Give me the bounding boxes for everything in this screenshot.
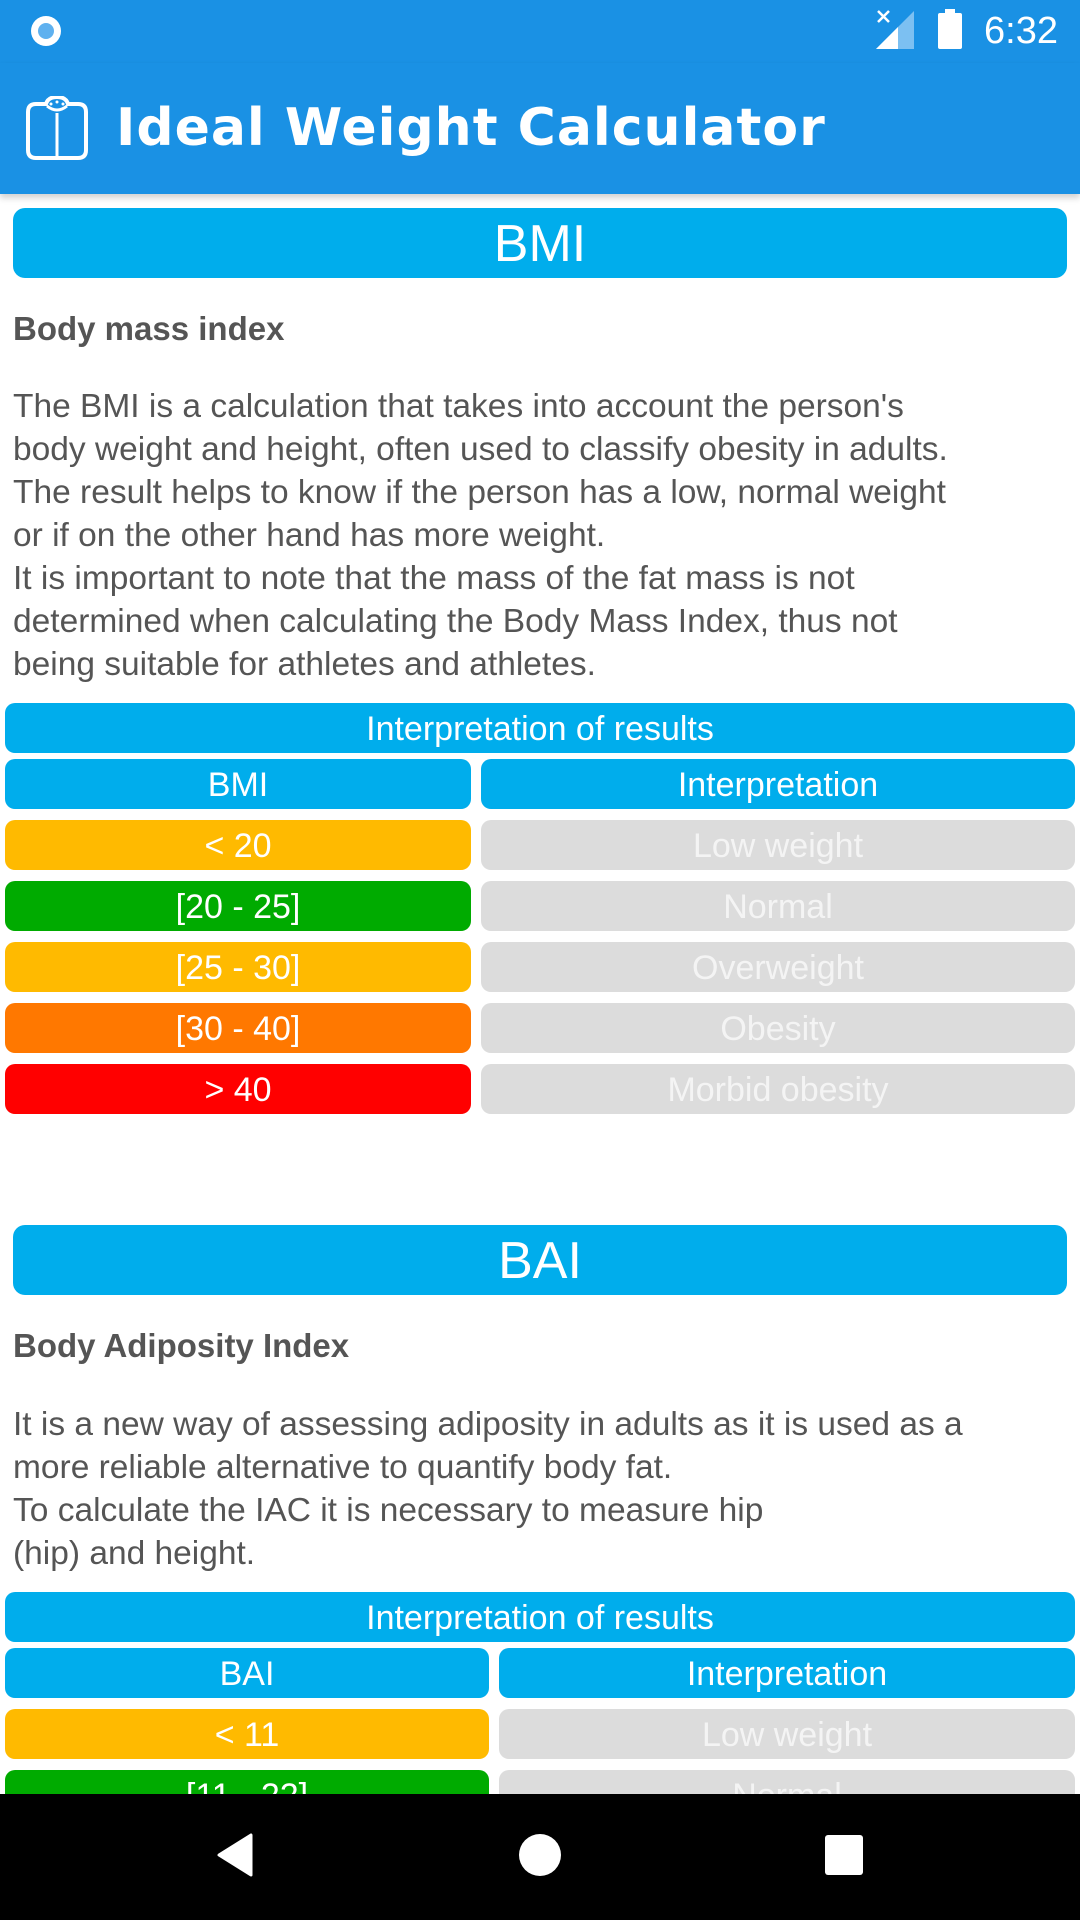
bai-col-header-range: BAI bbox=[5, 1648, 489, 1698]
bai-table-title: Interpretation of results bbox=[5, 1592, 1075, 1642]
recents-icon bbox=[824, 1834, 864, 1881]
bai-range-cell: [11 - 22] bbox=[5, 1770, 489, 1794]
navigation-bar bbox=[0, 1794, 1080, 1920]
bai-section-header: BAI bbox=[13, 1225, 1067, 1295]
bai-interpretation-cell: Low weight bbox=[499, 1709, 1075, 1759]
home-button[interactable] bbox=[480, 1794, 600, 1920]
home-icon bbox=[518, 1833, 562, 1882]
bmi-section-header: BMI bbox=[13, 208, 1067, 278]
bai-range-cell: < 11 bbox=[5, 1709, 489, 1759]
status-bar: 6:32 bbox=[0, 0, 1080, 63]
back-icon bbox=[213, 1833, 257, 1882]
bmi-interpretation-cell: Low weight bbox=[481, 820, 1075, 870]
bmi-col-header-range: BMI bbox=[5, 759, 471, 809]
scroll-content[interactable]: BMI Body mass index The BMI is a calcula… bbox=[0, 194, 1080, 1794]
bmi-range-cell: < 20 bbox=[5, 820, 471, 870]
bmi-table-title: Interpretation of results bbox=[5, 703, 1075, 753]
bmi-range-cell: > 40 bbox=[5, 1064, 471, 1114]
bmi-interpretation-cell: Overweight bbox=[481, 942, 1075, 992]
bai-col-header-interpretation: Interpretation bbox=[499, 1648, 1075, 1698]
back-button[interactable] bbox=[175, 1794, 295, 1920]
notification-dot-icon bbox=[27, 12, 65, 50]
bmi-description: The BMI is a calculation that takes into… bbox=[13, 388, 948, 683]
bmi-interpretation-cell: Morbid obesity bbox=[481, 1064, 1075, 1114]
bmi-range-cell: [25 - 30] bbox=[5, 942, 471, 992]
bmi-subtitle: Body mass index bbox=[13, 310, 285, 347]
bai-subtitle: Body Adiposity Index bbox=[13, 1327, 350, 1364]
app-bar: Ideal Weight Calculator bbox=[0, 63, 1080, 194]
app-title: Ideal Weight Calculator bbox=[116, 98, 826, 158]
recents-button[interactable] bbox=[784, 1794, 904, 1920]
bmi-range-cell: [30 - 40] bbox=[5, 1003, 471, 1053]
bai-description: It is a new way of assessing adiposity i… bbox=[13, 1406, 963, 1572]
bai-interpretation-cell: Normal bbox=[499, 1770, 1075, 1794]
bmi-interpretation-cell: Obesity bbox=[481, 1003, 1075, 1053]
bmi-range-cell: [20 - 25] bbox=[5, 881, 471, 931]
bmi-interpretation-cell: Normal bbox=[481, 881, 1075, 931]
signal-no-data-icon bbox=[876, 9, 916, 54]
battery-icon bbox=[938, 9, 963, 54]
bmi-col-header-interpretation: Interpretation bbox=[481, 759, 1075, 809]
bathroom-scale-icon bbox=[26, 94, 88, 165]
status-time: 6:32 bbox=[984, 10, 1058, 52]
